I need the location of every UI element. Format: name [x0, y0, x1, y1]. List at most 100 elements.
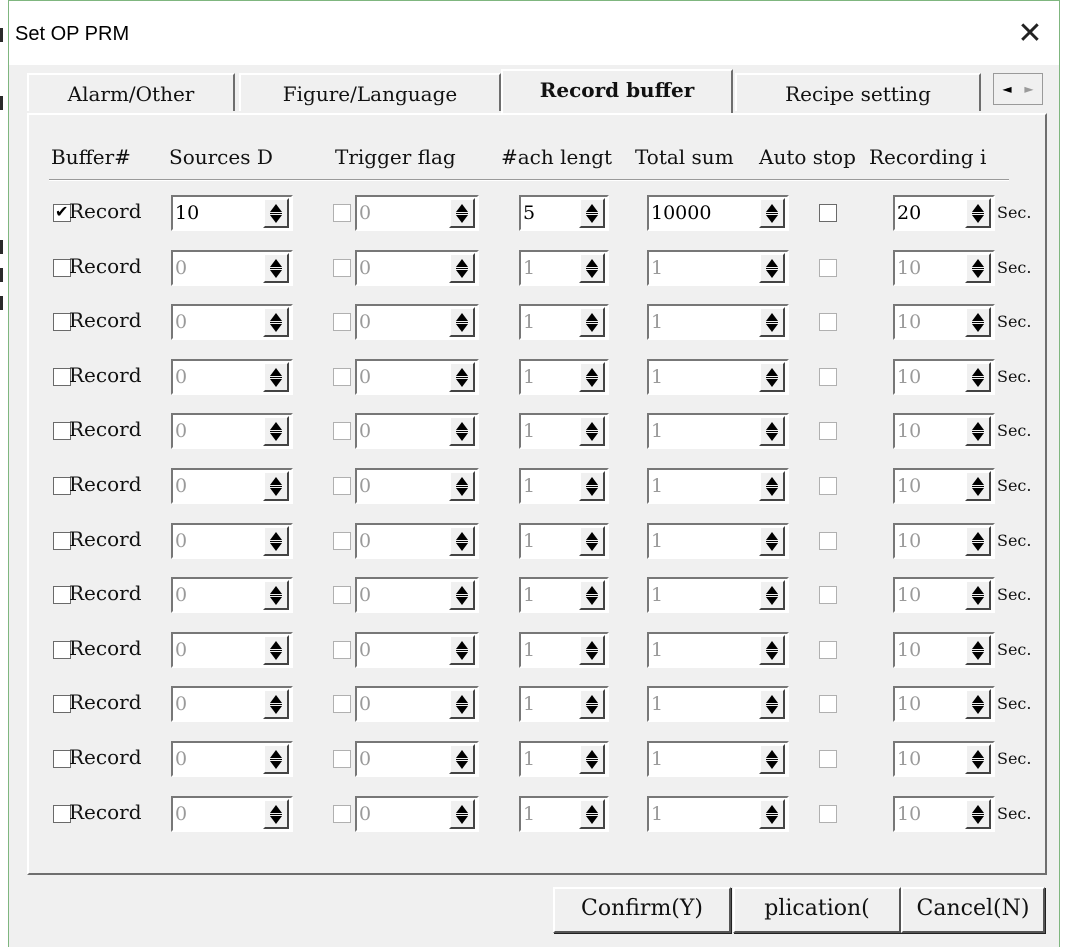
- trigger-spinner[interactable]: 0: [355, 468, 479, 504]
- trigger-spinner[interactable]: 0: [355, 577, 479, 614]
- spin-arrows-icon[interactable]: [965, 416, 991, 447]
- spin-arrows-icon[interactable]: [579, 471, 605, 501]
- sources-spinner[interactable]: 0: [171, 631, 293, 668]
- trigger-spinner[interactable]: 0: [355, 413, 479, 450]
- spin-arrows-icon[interactable]: [759, 471, 785, 501]
- interval-spinner[interactable]: 10: [893, 522, 995, 559]
- each-length-spinner[interactable]: 1: [519, 577, 609, 614]
- spin-arrows-icon[interactable]: [263, 307, 289, 338]
- spin-arrows-icon[interactable]: [263, 798, 289, 829]
- spin-arrows-icon[interactable]: [449, 307, 475, 338]
- spin-arrows-icon[interactable]: [579, 744, 605, 774]
- each-length-spinner[interactable]: 1: [519, 304, 609, 341]
- spin-arrows-icon[interactable]: [965, 198, 991, 228]
- auto-stop-checkbox[interactable]: [819, 422, 837, 441]
- each-length-spinner[interactable]: 1: [519, 413, 609, 450]
- sources-spinner[interactable]: 0: [171, 741, 293, 777]
- each-length-spinner[interactable]: 1: [519, 358, 609, 395]
- spin-arrows-icon[interactable]: [759, 198, 785, 228]
- interval-spinner[interactable]: 20: [893, 195, 995, 231]
- trigger-checkbox[interactable]: [333, 750, 351, 768]
- total-sum-spinner[interactable]: 1: [647, 358, 789, 395]
- trigger-checkbox[interactable]: [333, 804, 351, 823]
- tab-scroll-right-icon[interactable]: ►: [1018, 78, 1040, 100]
- spin-arrows-icon[interactable]: [449, 798, 475, 829]
- spin-arrows-icon[interactable]: [579, 525, 605, 556]
- spin-arrows-icon[interactable]: [965, 798, 991, 829]
- spin-arrows-icon[interactable]: [263, 252, 289, 283]
- sources-spinner[interactable]: 10: [171, 195, 293, 231]
- trigger-checkbox[interactable]: [333, 640, 351, 659]
- total-sum-spinner[interactable]: 1: [647, 413, 789, 450]
- spin-arrows-icon[interactable]: [449, 525, 475, 556]
- auto-stop-checkbox[interactable]: [819, 750, 837, 768]
- spin-arrows-icon[interactable]: [449, 580, 475, 611]
- total-sum-spinner[interactable]: 1: [647, 686, 789, 723]
- spin-arrows-icon[interactable]: [759, 580, 785, 611]
- auto-stop-checkbox[interactable]: [819, 586, 837, 605]
- spin-arrows-icon[interactable]: [263, 361, 289, 392]
- trigger-checkbox[interactable]: [333, 531, 351, 550]
- trigger-spinner[interactable]: 0: [355, 249, 479, 286]
- spin-arrows-icon[interactable]: [965, 634, 991, 665]
- spin-arrows-icon[interactable]: [263, 416, 289, 447]
- each-length-spinner[interactable]: 1: [519, 468, 609, 504]
- total-sum-spinner[interactable]: 1: [647, 249, 789, 286]
- trigger-checkbox[interactable]: [333, 477, 351, 495]
- spin-arrows-icon[interactable]: [965, 744, 991, 774]
- spin-arrows-icon[interactable]: [759, 689, 785, 720]
- spin-arrows-icon[interactable]: [579, 361, 605, 392]
- interval-spinner[interactable]: 10: [893, 249, 995, 286]
- trigger-checkbox[interactable]: [333, 422, 351, 441]
- spin-arrows-icon[interactable]: [759, 307, 785, 338]
- spin-arrows-icon[interactable]: [263, 471, 289, 501]
- each-length-spinner[interactable]: 1: [519, 686, 609, 723]
- sources-spinner[interactable]: 0: [171, 686, 293, 723]
- spin-arrows-icon[interactable]: [965, 525, 991, 556]
- each-length-spinner[interactable]: 1: [519, 795, 609, 832]
- cancel-button[interactable]: Cancel(N): [901, 887, 1045, 933]
- spin-arrows-icon[interactable]: [965, 689, 991, 720]
- sources-spinner[interactable]: 0: [171, 249, 293, 286]
- sources-spinner[interactable]: 0: [171, 358, 293, 395]
- total-sum-spinner[interactable]: 10000: [647, 195, 789, 231]
- spin-arrows-icon[interactable]: [759, 798, 785, 829]
- spin-arrows-icon[interactable]: [579, 580, 605, 611]
- trigger-spinner[interactable]: 0: [355, 522, 479, 559]
- auto-stop-checkbox[interactable]: [819, 258, 837, 277]
- interval-spinner[interactable]: 10: [893, 741, 995, 777]
- close-button[interactable]: ✕: [1013, 17, 1047, 51]
- spin-arrows-icon[interactable]: [579, 634, 605, 665]
- each-length-spinner[interactable]: 1: [519, 522, 609, 559]
- trigger-spinner[interactable]: 0: [355, 195, 479, 231]
- each-length-spinner[interactable]: 1: [519, 631, 609, 668]
- sources-spinner[interactable]: 0: [171, 577, 293, 614]
- spin-arrows-icon[interactable]: [759, 252, 785, 283]
- spin-arrows-icon[interactable]: [965, 252, 991, 283]
- trigger-spinner[interactable]: 0: [355, 304, 479, 341]
- tab-recipe-setting[interactable]: Recipe setting: [735, 73, 981, 111]
- auto-stop-checkbox[interactable]: [819, 640, 837, 659]
- spin-arrows-icon[interactable]: [449, 361, 475, 392]
- trigger-checkbox[interactable]: [333, 367, 351, 386]
- spin-arrows-icon[interactable]: [965, 580, 991, 611]
- spin-arrows-icon[interactable]: [449, 689, 475, 720]
- sources-spinner[interactable]: 0: [171, 522, 293, 559]
- trigger-spinner[interactable]: 0: [355, 631, 479, 668]
- spin-arrows-icon[interactable]: [759, 361, 785, 392]
- spin-arrows-icon[interactable]: [579, 198, 605, 228]
- sources-spinner[interactable]: 0: [171, 304, 293, 341]
- auto-stop-checkbox[interactable]: [819, 204, 837, 222]
- trigger-checkbox[interactable]: [333, 586, 351, 605]
- auto-stop-checkbox[interactable]: [819, 477, 837, 495]
- tab-scroll-left-icon[interactable]: ◄: [996, 78, 1018, 100]
- trigger-checkbox[interactable]: [333, 313, 351, 332]
- trigger-checkbox[interactable]: [333, 204, 351, 222]
- sources-spinner[interactable]: 0: [171, 795, 293, 832]
- trigger-checkbox[interactable]: [333, 695, 351, 714]
- total-sum-spinner[interactable]: 1: [647, 795, 789, 832]
- spin-arrows-icon[interactable]: [449, 744, 475, 774]
- trigger-spinner[interactable]: 0: [355, 795, 479, 832]
- interval-spinner[interactable]: 10: [893, 358, 995, 395]
- auto-stop-checkbox[interactable]: [819, 367, 837, 386]
